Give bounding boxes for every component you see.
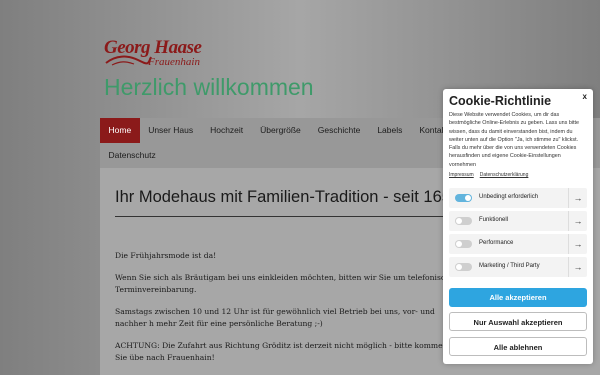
accept-selection-button[interactable]: Nur Auswahl akzeptieren [449,312,587,331]
content-paragraph: Wenn Sie sich als Bräutigam bei uns eink… [115,273,455,294]
cookie-dialog: x Cookie-Richtlinie Diese Website verwen… [443,89,593,364]
toggle-label: Funktionell [479,217,509,223]
cookie-category-necessary: Unbedingt erforderlich → [449,188,587,208]
toggle-label: Performance [479,240,514,246]
nav-row-primary: Home Unser Haus Hochzeit Übergröße Gesch… [100,118,484,143]
nav-item-unser-haus[interactable]: Unser Haus [140,118,202,143]
toggle-knob [465,195,471,201]
cookie-links: Impressum Datenschutzerklärung [449,172,528,178]
impressum-link[interactable]: Impressum [449,172,474,178]
nav-row-secondary: Datenschutz [100,143,164,168]
toggle-knob [456,218,462,224]
toggle-necessary[interactable] [455,194,472,202]
welcome-heading: Herzlich willkommen [104,74,314,100]
cookie-category-functional: Funktionell → [449,211,587,231]
cookie-title: Cookie-Richtlinie [449,94,552,108]
toggle-marketing[interactable] [455,263,472,271]
nav-item-datenschutz[interactable]: Datenschutz [100,143,164,168]
logo-swoosh-icon [105,55,152,66]
content-heading: Ihr Modehaus mit Familien-Tradition - se… [115,188,473,206]
nav-item-geschichte[interactable]: Geschichte [309,118,369,143]
cookie-category-performance: Performance → [449,234,587,254]
content-paragraph: Die Frühjahrsmode ist da! [115,251,217,260]
nav-item-hochzeit[interactable]: Hochzeit [202,118,252,143]
arrow-right-icon[interactable]: → [568,211,587,231]
nav-item-uebergroesse[interactable]: Übergröße [252,118,310,143]
toggle-functional[interactable] [455,217,472,225]
cookie-category-marketing: Marketing / Third Party → [449,257,587,277]
accept-all-button[interactable]: Alle akzeptieren [449,288,587,307]
content-paragraph: Samstags zwischen 10 und 12 Uhr ist für … [115,307,435,328]
arrow-right-icon[interactable]: → [568,188,587,208]
toggle-label: Unbedingt erforderlich [479,194,539,200]
reject-all-button[interactable]: Alle ablehnen [449,337,587,356]
logo[interactable]: Georg Haase Frauenhain [104,37,212,73]
nav-item-home[interactable]: Home [100,118,140,143]
nav-item-labels[interactable]: Labels [369,118,411,143]
arrow-right-icon[interactable]: → [568,257,587,277]
close-icon[interactable]: x [583,92,587,101]
toggle-knob [456,264,462,270]
logo-text-secondary: Frauenhain [148,56,200,68]
toggle-performance[interactable] [455,240,472,248]
toggle-knob [456,241,462,247]
datenschutz-link[interactable]: Datenschutzerklärung [480,172,529,178]
heading-divider [115,216,445,217]
content-body: Die Frühjahrsmode ist da! Wenn Sie sich … [115,250,460,374]
content-paragraph: ACHTUNG: Die Zufahrt aus Richtung Grödit… [115,341,448,362]
cookie-description: Diese Website verwendet Cookies, um dir … [449,112,580,168]
arrow-right-icon[interactable]: → [568,234,587,254]
toggle-label: Marketing / Third Party [479,263,540,269]
